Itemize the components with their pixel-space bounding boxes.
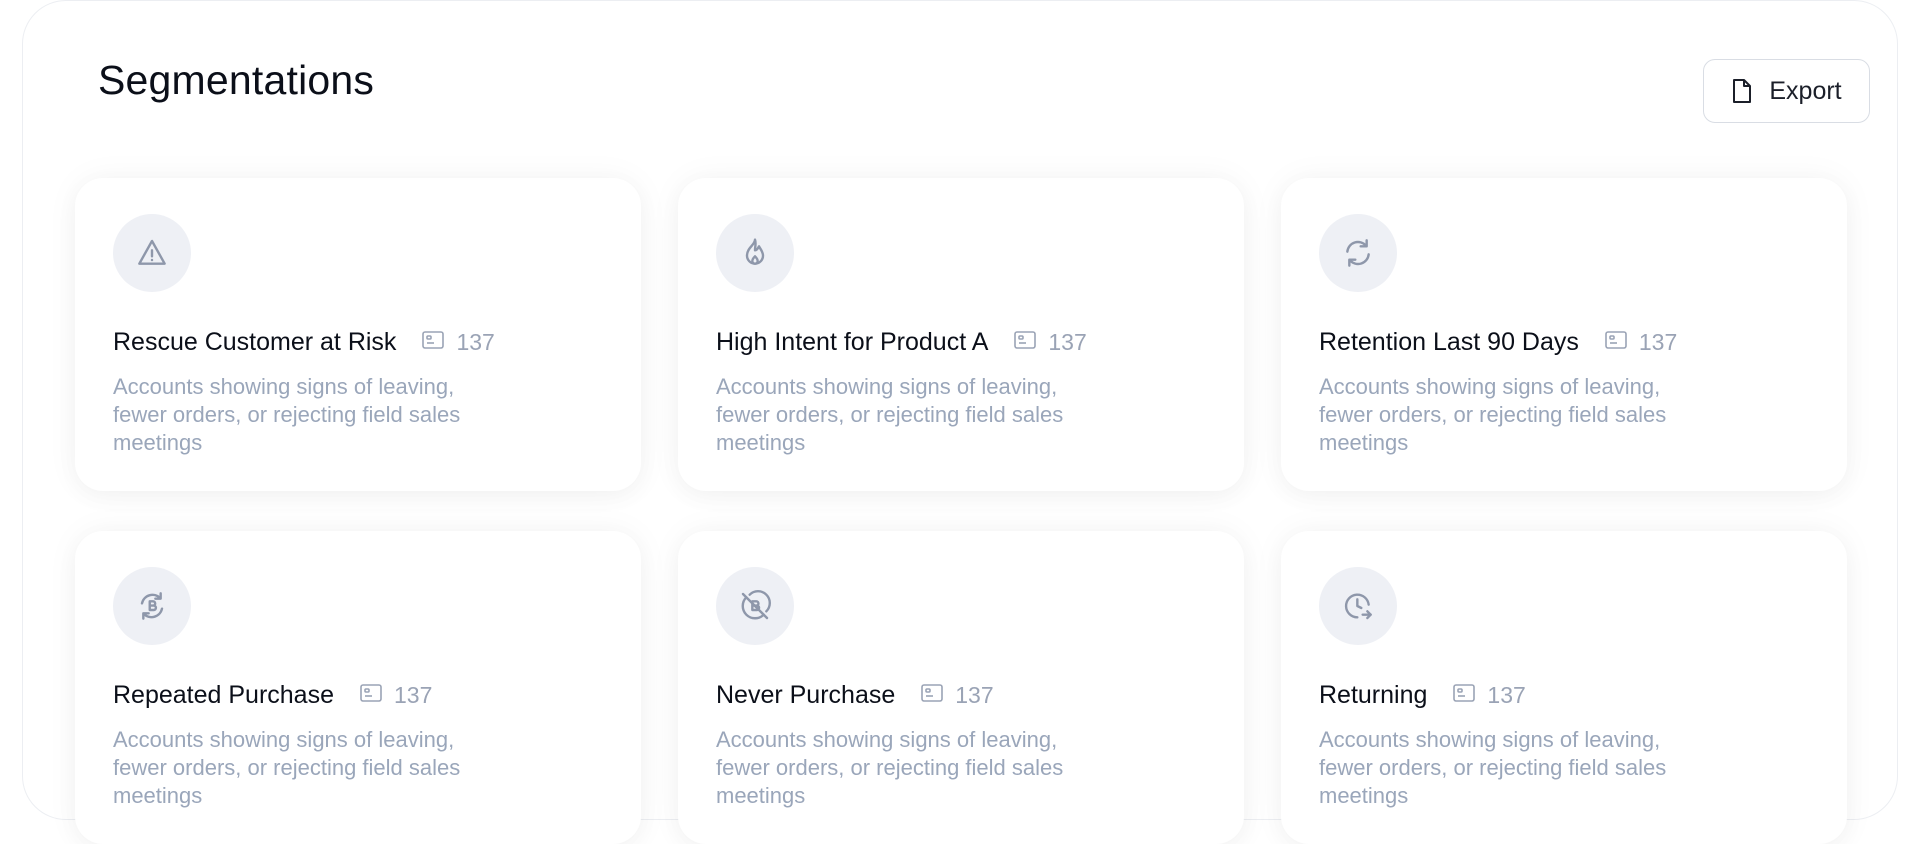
segment-title: Never Purchase — [716, 680, 896, 709]
refresh-icon — [1342, 237, 1374, 269]
file-icon — [1731, 78, 1753, 104]
no-purchase-icon — [739, 590, 771, 622]
segment-description: Accounts showing signs of leaving, fewer… — [113, 727, 461, 808]
segment-card-returning[interactable]: Returning 137 Accounts showing signs of … — [1281, 531, 1847, 844]
id-card-icon — [1453, 683, 1476, 707]
segment-description: Accounts showing signs of leaving, fewer… — [113, 374, 461, 455]
segment-description: Accounts showing signs of leaving, fewer… — [1319, 374, 1667, 455]
id-card-icon — [921, 683, 944, 707]
segment-description: Accounts showing signs of leaving, fewer… — [716, 727, 1064, 808]
clock-return-icon — [1342, 590, 1374, 622]
segment-card-never-purchase[interactable]: Never Purchase 137 Accounts showing sign… — [678, 531, 1244, 844]
segment-title: Retention Last 90 Days — [1319, 327, 1579, 356]
id-card-icon — [1014, 330, 1037, 354]
segment-grid: Rescue Customer at Risk 137 Accounts sho… — [75, 178, 1847, 844]
segment-title: Repeated Purchase — [113, 680, 334, 709]
alert-triangle-icon — [136, 237, 168, 269]
id-card-icon — [360, 683, 382, 707]
export-button[interactable]: Export — [1703, 59, 1870, 123]
segment-count: 137 — [360, 682, 432, 709]
segment-title: Returning — [1319, 680, 1428, 709]
repeat-coin-icon — [136, 590, 168, 622]
segment-count: 137 — [422, 329, 495, 356]
segment-title: High Intent for Product A — [716, 327, 989, 356]
segment-count: 137 — [1453, 682, 1526, 709]
segment-count: 137 — [1605, 329, 1677, 356]
id-card-icon — [422, 330, 445, 354]
segment-description: Accounts showing signs of leaving, fewer… — [1319, 727, 1667, 808]
segment-card-repeated-purchase[interactable]: Repeated Purchase 137 Accounts showing s… — [75, 531, 641, 844]
segment-card-high-intent-for-product-a[interactable]: High Intent for Product A 137 Accounts s… — [678, 178, 1244, 491]
segment-count: 137 — [921, 682, 994, 709]
page-title: Segmentations — [98, 57, 375, 103]
segment-title: Rescue Customer at Risk — [113, 327, 397, 356]
segment-count: 137 — [1014, 329, 1087, 356]
segment-card-retention-last-90-days[interactable]: Retention Last 90 Days 137 Accounts show… — [1281, 178, 1847, 491]
segment-description: Accounts showing signs of leaving, fewer… — [716, 374, 1064, 455]
flame-icon — [739, 237, 771, 269]
id-card-icon — [1605, 330, 1627, 354]
export-label: Export — [1769, 76, 1842, 105]
segment-card-rescue-customer-at-risk[interactable]: Rescue Customer at Risk 137 Accounts sho… — [75, 178, 641, 491]
